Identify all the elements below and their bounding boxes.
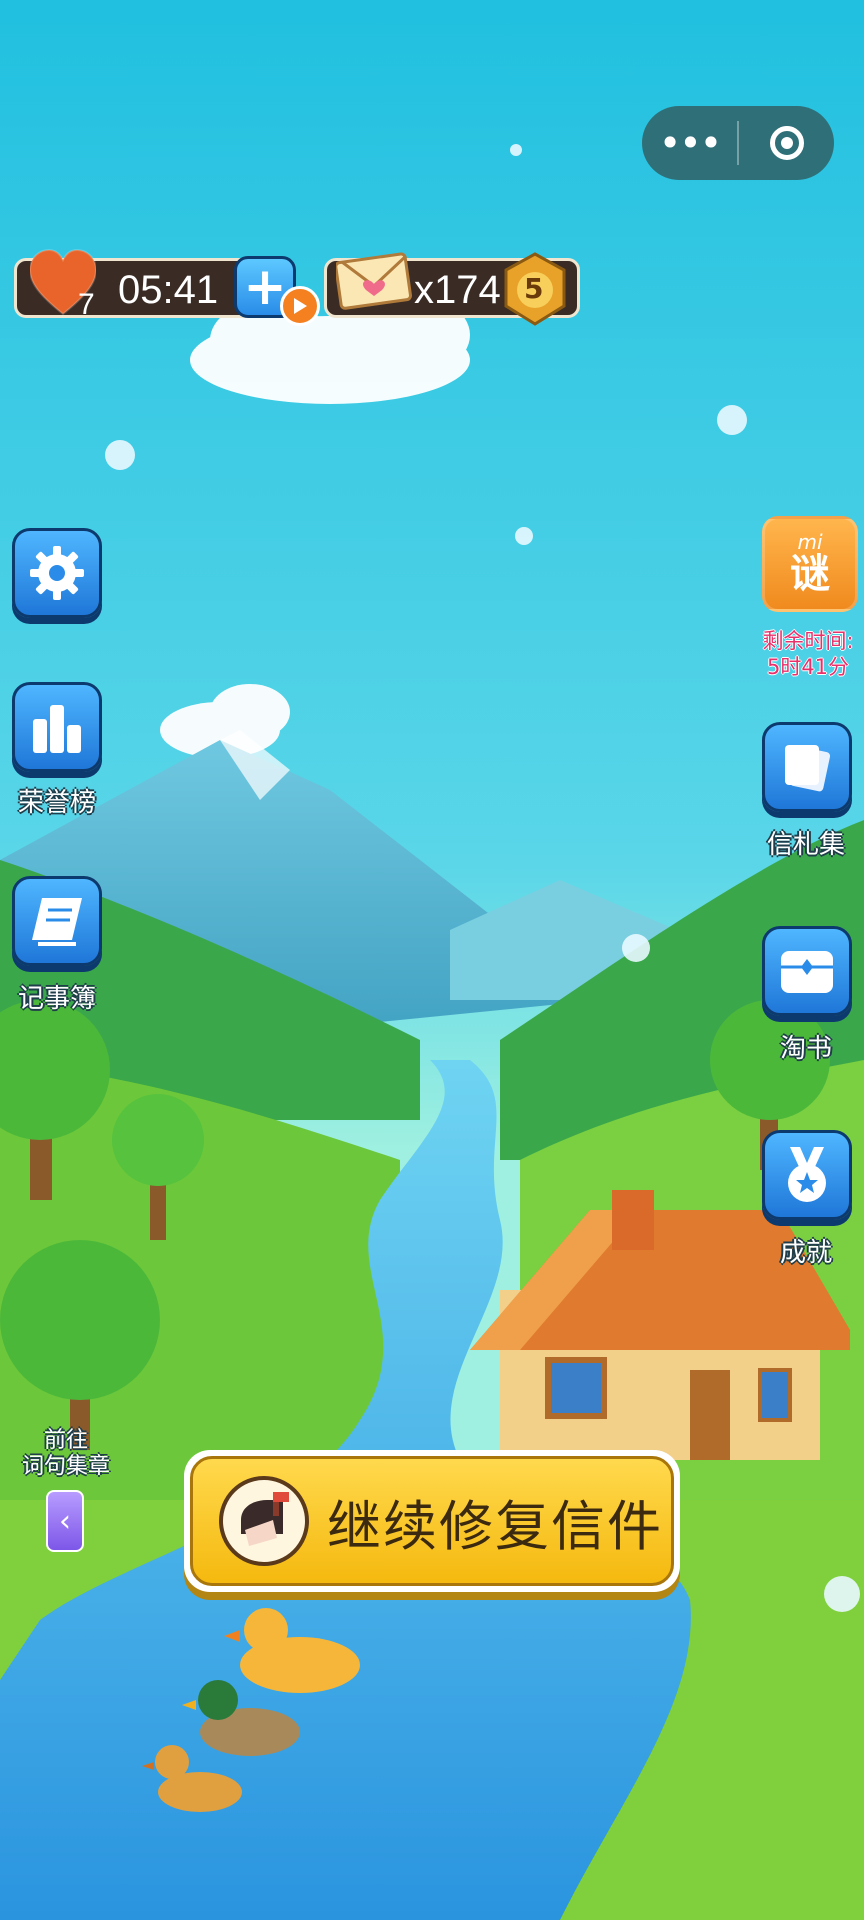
- achievements-button[interactable]: [762, 1130, 852, 1220]
- gear-icon: [30, 546, 84, 600]
- more-dots-icon: •••: [658, 121, 722, 165]
- settings-button[interactable]: [12, 528, 102, 618]
- book-chest-icon: [781, 951, 833, 993]
- close-button[interactable]: [739, 106, 834, 180]
- letters-collection-label: 信札集: [766, 830, 845, 860]
- target-circle-icon: [769, 126, 804, 160]
- leaderboard-label: 荣誉榜: [17, 788, 96, 818]
- remaining-time-value: 5时41分: [766, 655, 850, 679]
- lives-timer: 05:41: [118, 268, 219, 312]
- play-icon[interactable]: [280, 286, 320, 326]
- goto-ci-button[interactable]: ‹: [46, 1490, 84, 1552]
- letters-collection-button[interactable]: [762, 722, 852, 812]
- lives-count: 7: [78, 288, 95, 321]
- riddle-button[interactable]: mi 谜: [762, 516, 858, 612]
- notebook-icon: [32, 898, 82, 946]
- cards-icon: [785, 745, 831, 792]
- remaining-time: 剩余时间: 5时41分: [744, 628, 864, 680]
- level-number: 5: [524, 272, 544, 305]
- achievements-label: 成就: [779, 1238, 832, 1268]
- chevron-left-icon: ‹: [59, 1503, 71, 1539]
- envelope-icon: [334, 250, 412, 310]
- podium-icon: [33, 705, 81, 753]
- more-button[interactable]: •••: [642, 106, 737, 180]
- leaderboard-button[interactable]: [12, 682, 102, 772]
- taoshu-label: 淘书: [779, 1034, 832, 1064]
- continue-repair-inner: 继续修复信件: [190, 1456, 674, 1586]
- goto-ci-label: 前往 词句集章: [14, 1428, 118, 1480]
- goto-ci-line1: 前往: [43, 1428, 88, 1453]
- riddle-mi-text: mi: [797, 530, 823, 554]
- notebook-label: 记事簿: [17, 984, 96, 1014]
- continue-repair-button[interactable]: 继续修复信件: [184, 1450, 680, 1592]
- taoshu-button[interactable]: [762, 926, 852, 1016]
- letters-count: x174: [414, 268, 501, 312]
- continue-repair-label: 继续修复信件: [327, 1494, 663, 1558]
- riddle-char: 谜: [790, 551, 830, 597]
- mini-program-capsule: •••: [642, 106, 834, 180]
- medal-icon: [788, 1147, 826, 1202]
- mailbox-icon: [219, 1476, 309, 1566]
- remaining-time-label: 剩余时间:: [762, 629, 854, 653]
- notebook-button[interactable]: [12, 876, 102, 966]
- goto-ci-line2: 词句集章: [21, 1454, 110, 1479]
